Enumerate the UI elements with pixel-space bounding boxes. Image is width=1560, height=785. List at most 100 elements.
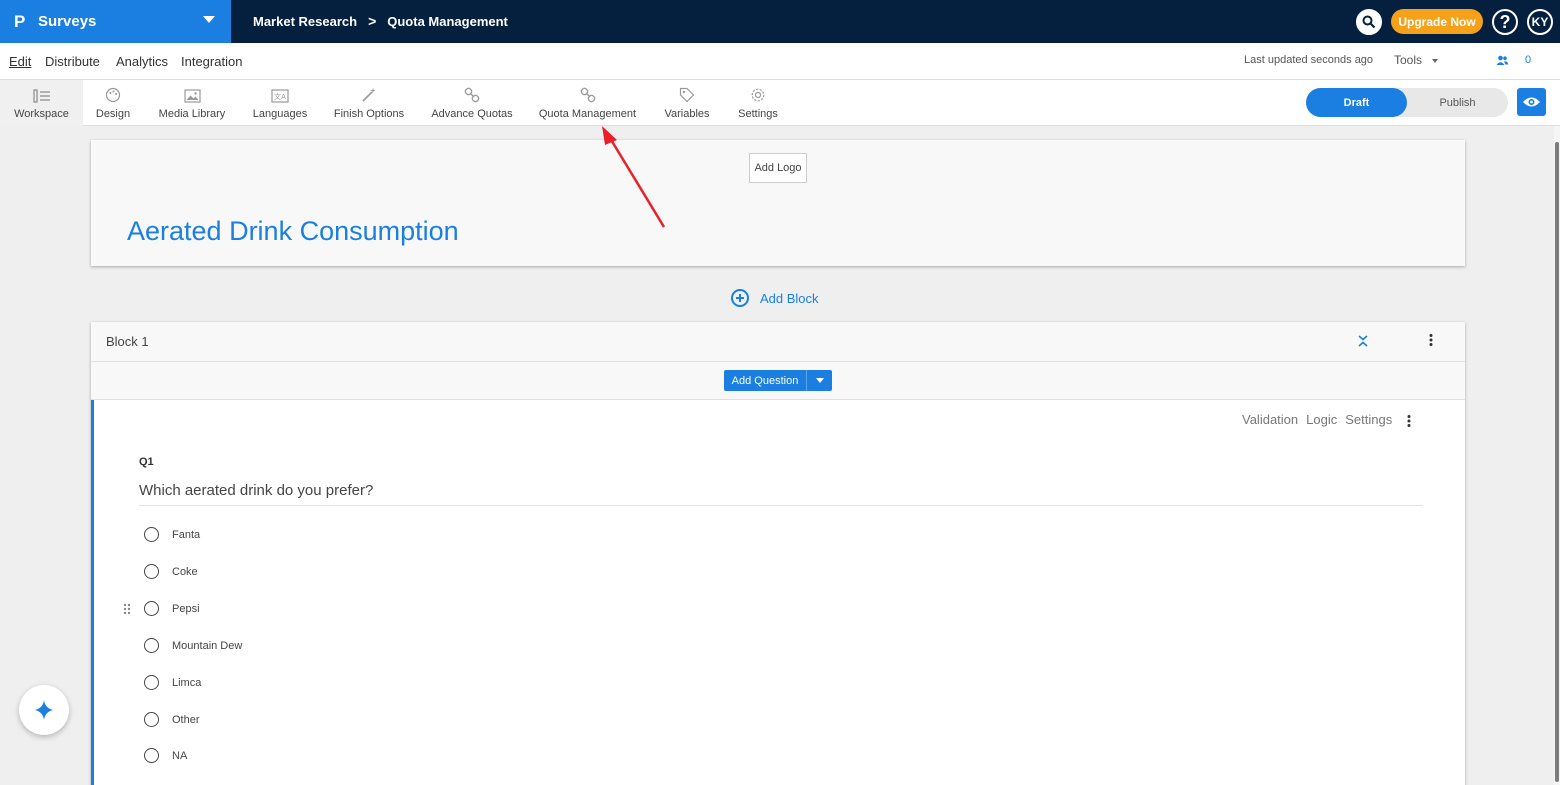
- breadcrumb: Market Research > Quota Management: [253, 13, 508, 29]
- workspace-icon: [32, 89, 50, 103]
- gear-icon: [751, 88, 765, 102]
- page-scrollbar[interactable]: [1554, 126, 1560, 785]
- add-block-button[interactable]: Add Block: [731, 289, 819, 307]
- block-title[interactable]: Block 1: [106, 334, 149, 349]
- avatar[interactable]: KY: [1527, 9, 1553, 35]
- collaborators-count: 0: [1525, 54, 1532, 66]
- radio-button[interactable]: [144, 527, 159, 542]
- option-label: Pepsi: [172, 602, 200, 615]
- answer-option[interactable]: Coke: [144, 564, 198, 579]
- breadcrumb-current: Quota Management: [387, 13, 508, 29]
- add-block-label: Add Block: [760, 290, 819, 306]
- add-question-button[interactable]: Add Question: [724, 370, 832, 391]
- tool-label: Variables: [664, 108, 710, 120]
- option-label: Other: [172, 713, 200, 726]
- settings-link[interactable]: Settings: [1345, 412, 1392, 427]
- upgrade-now-button[interactable]: Upgrade Now: [1391, 9, 1483, 34]
- menu-distribute[interactable]: Distribute: [45, 54, 100, 69]
- radio-button[interactable]: [144, 638, 159, 653]
- publish-toggle-option[interactable]: Publish: [1407, 88, 1508, 117]
- block-header: Block 1: [91, 322, 1465, 362]
- draft-toggle-option[interactable]: Draft: [1306, 88, 1407, 117]
- tool-label: Design: [95, 108, 131, 120]
- help-icon: ?: [1499, 11, 1511, 32]
- preview-button[interactable]: [1517, 88, 1546, 116]
- option-label: Mountain Dew: [172, 639, 243, 652]
- more-vertical-icon[interactable]: [1429, 333, 1433, 347]
- radio-button[interactable]: [144, 601, 159, 616]
- scrollbar-thumb[interactable]: [1555, 142, 1559, 782]
- tools-menu[interactable]: Tools: [1394, 53, 1439, 67]
- link-icon: [464, 87, 480, 103]
- option-label: Fanta: [172, 528, 201, 541]
- question-actions: Validation Logic Settings: [1242, 412, 1400, 427]
- breadcrumb-parent[interactable]: Market Research: [253, 14, 357, 29]
- option-label: NA: [172, 749, 188, 762]
- add-question-label: Add Question: [731, 374, 799, 387]
- tool-label: Quota Management: [538, 108, 637, 120]
- tool-media-library[interactable]: Media Library: [154, 80, 230, 126]
- radio-button[interactable]: [144, 748, 159, 763]
- tool-variables[interactable]: Variables: [660, 80, 714, 126]
- radio-button[interactable]: [144, 712, 159, 727]
- menu-edit[interactable]: Edit: [9, 54, 31, 69]
- menu-bar: Edit Distribute Analytics Integration La…: [0, 43, 1560, 80]
- survey-header-card: Add Logo Aerated Drink Consumption: [91, 140, 1465, 266]
- tool-label: Languages: [252, 108, 308, 120]
- users-icon[interactable]: [1496, 55, 1509, 66]
- answer-option[interactable]: Mountain Dew: [144, 638, 242, 653]
- answer-option[interactable]: Limca: [144, 675, 201, 690]
- palette-icon: [105, 87, 121, 103]
- add-question-bar: Add Question: [91, 362, 1465, 400]
- search-button[interactable]: [1356, 9, 1382, 35]
- answer-option[interactable]: Other: [144, 712, 200, 727]
- translate-icon: 文A: [271, 89, 289, 103]
- caret-down-icon: [815, 378, 824, 383]
- menu-analytics[interactable]: Analytics: [116, 54, 168, 69]
- link-icon: [580, 87, 595, 103]
- tool-quota-management[interactable]: Quota Management: [536, 80, 639, 126]
- tool-label: Settings: [738, 108, 778, 120]
- validation-link[interactable]: Validation: [1242, 412, 1298, 427]
- radio-button[interactable]: [144, 564, 159, 579]
- ai-assistant-button[interactable]: [19, 685, 69, 735]
- app-name: Surveys: [38, 13, 97, 30]
- help-button[interactable]: ?: [1492, 9, 1518, 35]
- answer-option[interactable]: Pepsi: [144, 601, 200, 616]
- app-logo-icon: P: [14, 11, 26, 31]
- app-switcher[interactable]: P Surveys: [0, 0, 231, 43]
- tool-label: Finish Options: [333, 108, 405, 120]
- survey-title[interactable]: Aerated Drink Consumption: [127, 216, 459, 247]
- tool-settings[interactable]: Settings: [734, 80, 782, 126]
- more-vertical-icon[interactable]: [1407, 414, 1411, 428]
- question-number: Q1: [139, 456, 154, 468]
- tool-label: Advance Quotas: [431, 108, 513, 120]
- menu-integration[interactable]: Integration: [181, 54, 242, 69]
- image-icon: [183, 89, 201, 103]
- tag-icon: [679, 87, 695, 103]
- chevron-down-icon: [1432, 58, 1439, 63]
- tool-advance-quotas[interactable]: Advance Quotas: [429, 80, 515, 126]
- question-card[interactable]: Validation Logic Settings Q1 Which aerat…: [91, 400, 1465, 785]
- add-question-dropdown[interactable]: [807, 378, 832, 383]
- drag-handle-icon[interactable]: [123, 603, 131, 615]
- radio-button[interactable]: [144, 675, 159, 690]
- option-label: Limca: [172, 676, 202, 689]
- tool-workspace[interactable]: Workspace: [0, 80, 83, 126]
- chevron-down-icon: [203, 16, 215, 23]
- collapse-icon[interactable]: [1357, 334, 1369, 348]
- top-bar: P Surveys Market Research > Quota Manage…: [0, 0, 1560, 43]
- tools-label: Tools: [1394, 53, 1423, 67]
- survey-block: Block 1 Add Question Validation Logic Se…: [91, 322, 1465, 785]
- tool-languages[interactable]: 文A Languages: [250, 80, 310, 126]
- add-logo-button[interactable]: Add Logo: [749, 153, 807, 183]
- question-text[interactable]: Which aerated drink do you prefer?: [139, 482, 1423, 506]
- search-icon: [1362, 15, 1376, 29]
- logic-link[interactable]: Logic: [1306, 412, 1337, 427]
- plus-circle-icon: [731, 289, 749, 307]
- tool-finish-options[interactable]: Finish Options: [330, 80, 408, 126]
- answer-option[interactable]: NA: [144, 748, 187, 763]
- tool-design[interactable]: Design: [90, 80, 136, 126]
- eye-icon: [1523, 97, 1540, 107]
- answer-option[interactable]: Fanta: [144, 527, 200, 542]
